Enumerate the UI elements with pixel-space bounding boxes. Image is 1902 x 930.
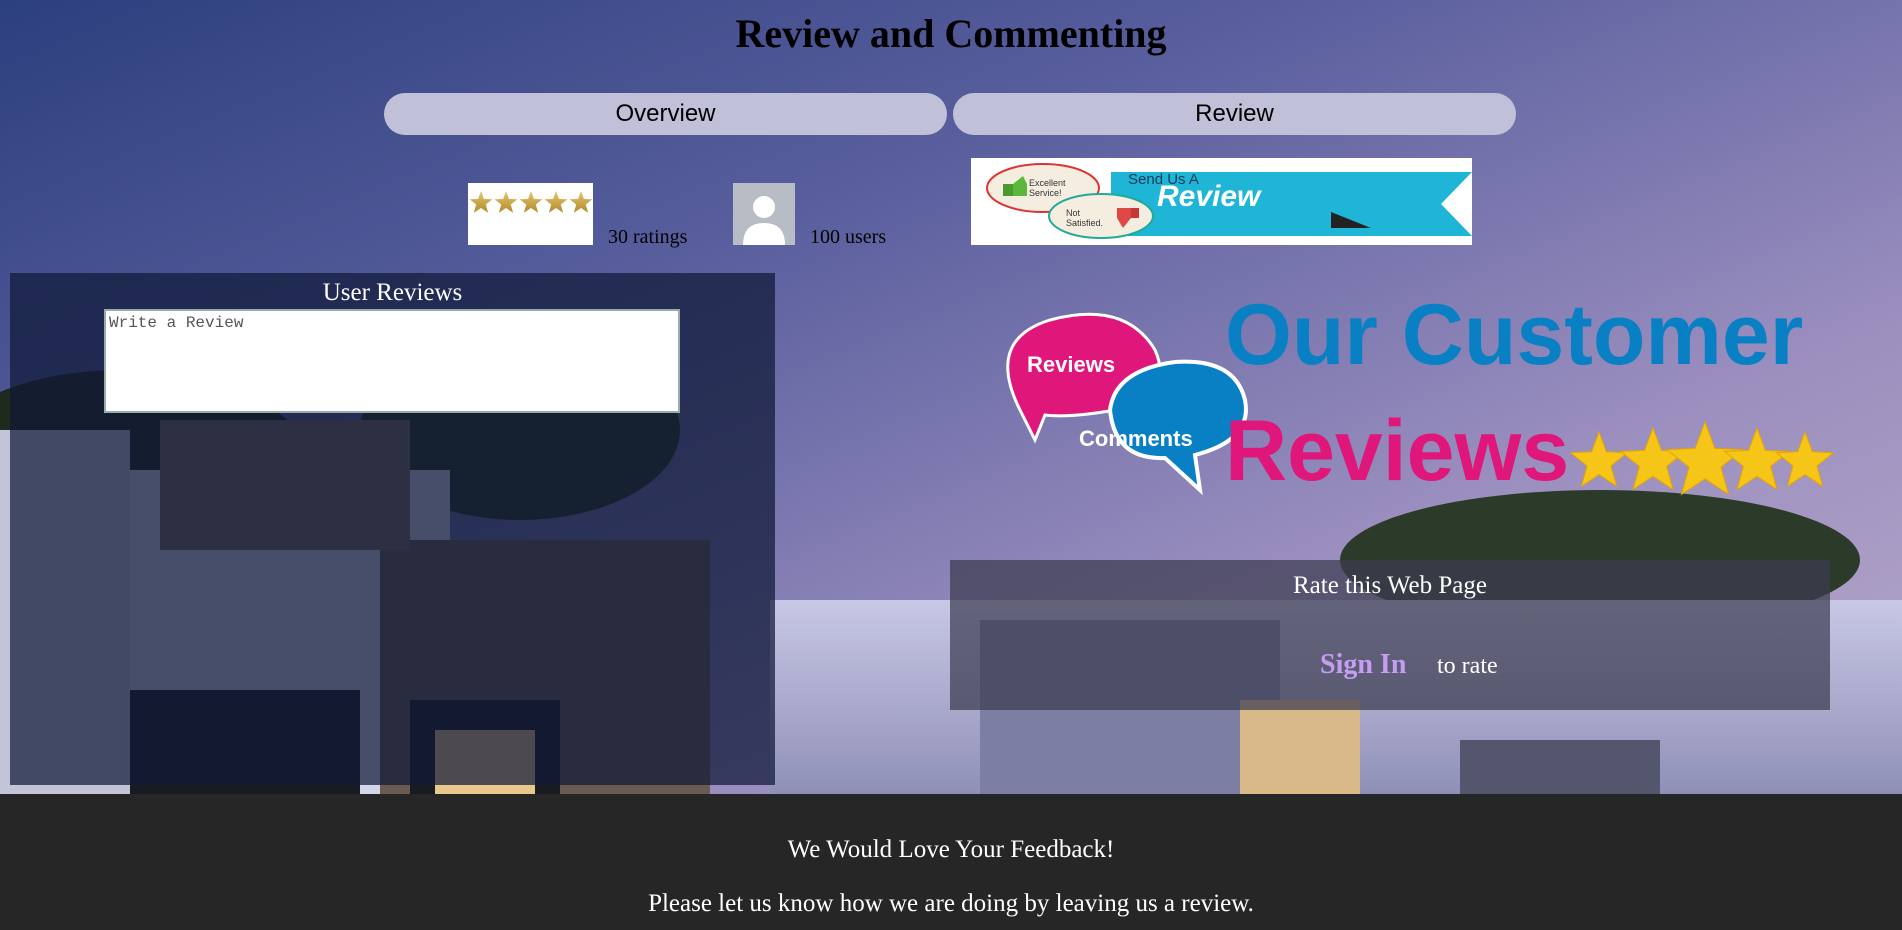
rating-star-icon xyxy=(544,191,568,213)
ratings-count: 30 ratings xyxy=(608,226,688,248)
to-rate-text: to rate xyxy=(1437,653,1498,679)
our-customer-text: Our Customer xyxy=(1225,287,1804,383)
rate-heading: Rate this Web Page xyxy=(1292,572,1488,599)
user-avatar-icon xyxy=(733,183,795,245)
send-review-banner[interactable]: Send Us A Review Excellent Service! Not … xyxy=(971,158,1472,245)
banner-bubble-bad: Not Satisfied. xyxy=(1066,208,1104,228)
rating-star-icon xyxy=(569,191,593,213)
sign-in-link[interactable]: Sign In xyxy=(1320,649,1406,681)
write-review-input[interactable] xyxy=(104,309,680,413)
customer-reviews-graphic: Reviews Comments Our Customer Reviews xyxy=(975,287,1835,520)
graphic-star-icon xyxy=(1775,430,1835,488)
tab-review[interactable]: Review xyxy=(953,93,1516,135)
reviews-text: Reviews xyxy=(1225,403,1570,499)
page-title: Review and Commenting xyxy=(735,11,1167,56)
rating-star-icon xyxy=(469,191,493,213)
banner-review: Review xyxy=(1157,180,1261,213)
graphic-star-icon xyxy=(1619,426,1687,491)
rating-star-icon xyxy=(494,191,518,213)
rate-page-panel: Rate this Web Page Sign In to rate xyxy=(950,560,1830,710)
five-star-rating-icon xyxy=(468,183,593,245)
banner-bubble-good: Excellent Service! xyxy=(1029,178,1066,198)
bubble-comments-label: Comments xyxy=(1079,426,1193,451)
users-count: 100 users xyxy=(810,226,887,248)
footer-feedback-title: We Would Love Your Feedback! xyxy=(787,836,1115,863)
user-reviews-heading: User Reviews xyxy=(322,279,463,306)
graphic-star-icon xyxy=(1723,426,1791,491)
tab-overview[interactable]: Overview xyxy=(384,93,947,135)
footer: We Would Love Your Feedback! Please let … xyxy=(0,794,1902,930)
user-reviews-panel: User Reviews xyxy=(10,273,775,785)
rating-star-icon xyxy=(519,191,543,213)
footer-feedback-text: Please let us know how we are doing by l… xyxy=(648,890,1254,917)
graphic-star-icon xyxy=(1665,420,1745,496)
graphic-star-icon xyxy=(1569,430,1629,488)
bubble-reviews-label: Reviews xyxy=(1027,352,1116,377)
